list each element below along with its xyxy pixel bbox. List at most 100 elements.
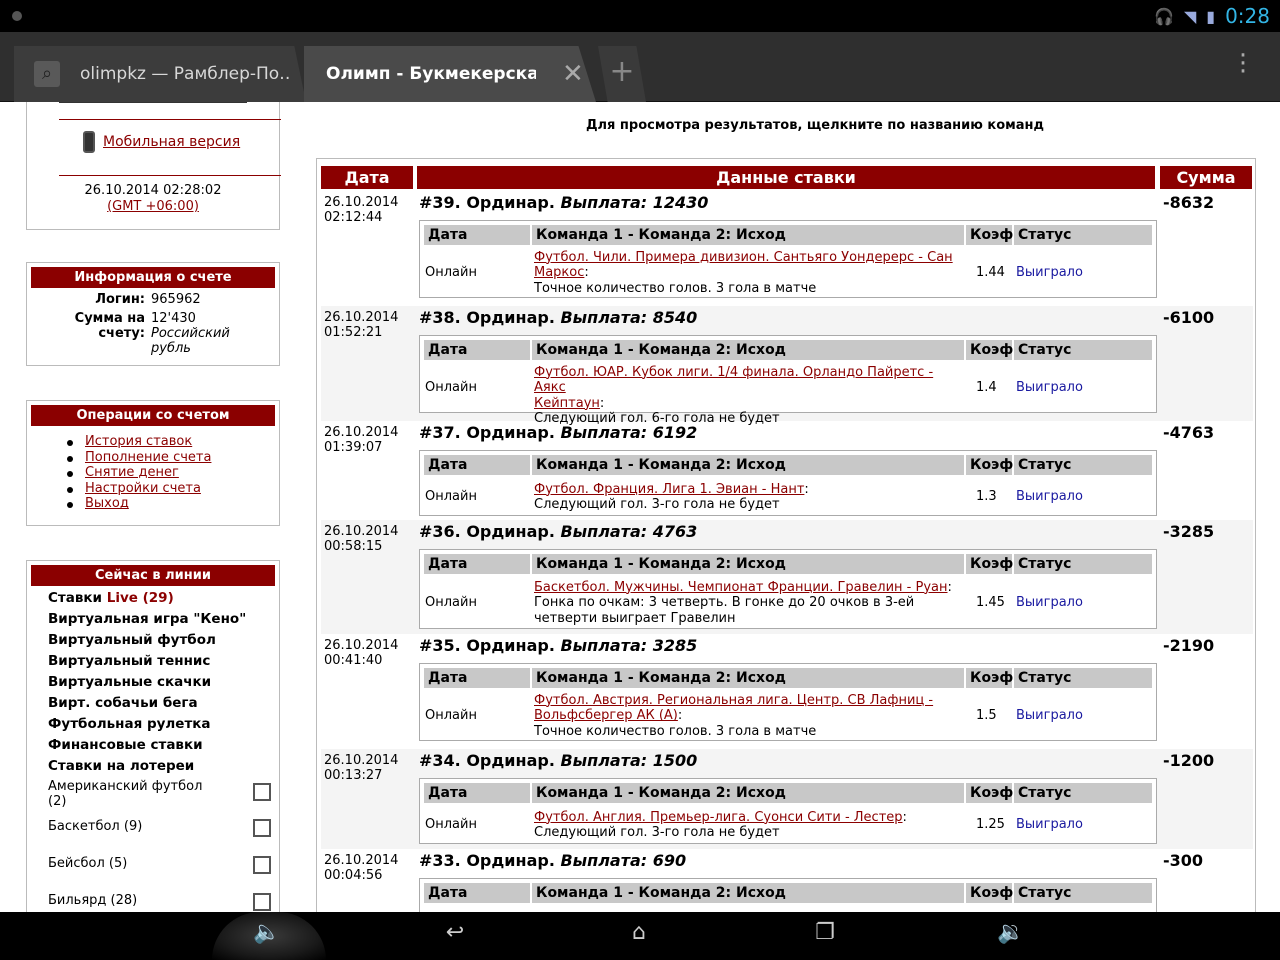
bet-sum: -6100 <box>1163 308 1215 327</box>
bet-title: #34. Ординар. Выплата: 1500 <box>419 751 698 770</box>
bet-row: 26.10.2014 00:41:40 #35. Ординар. Выплата:… <box>321 634 1253 749</box>
event-link[interactable]: Футбол. Франция. Лига 1. Эвиан - Нант <box>534 482 804 497</box>
new-tab-button[interactable]: + <box>598 46 646 102</box>
inner-header-coef: Коэф. <box>966 554 1019 574</box>
timezone-link[interactable]: (GMT +06:00) <box>107 199 199 214</box>
event-cell: Футбол. Англия. Премьер-лига. Суонси Сит… <box>534 809 907 841</box>
sport-row: Бильярд (28) <box>48 893 279 912</box>
inner-header-date: Дата <box>424 883 530 903</box>
bet-sum: -4763 <box>1163 423 1215 442</box>
bet-outcome: Следующий гол. 3-го гола не будет <box>534 825 780 840</box>
line-item[interactable]: Виртуальные скачки <box>48 672 279 693</box>
bet-details: Дата Команда 1 - Команда 2: Исход Коэф. Ста… <box>419 663 1157 741</box>
bet-history-link[interactable]: История ставок <box>85 434 192 449</box>
balance-value: 12'430 Российский рубль <box>151 311 230 356</box>
event-link[interactable]: Футбол. Англия. Премьер-лига. Суонси Сит… <box>534 810 903 825</box>
bet-coef: 1.25 <box>976 817 1005 832</box>
bet-outcome: Точное количество голов. 3 гола в матче <box>534 723 817 739</box>
bet-outcome: Гонка по очкам: 3 четверть. В гонке до 2… <box>534 595 915 611</box>
bet-status: Выиграло <box>1016 380 1083 395</box>
sport-label: Баскетбол (9) <box>48 819 143 834</box>
inner-header-date: Дата <box>424 668 530 688</box>
sport-label: Бильярд (28) <box>48 893 138 908</box>
sport-checkbox[interactable] <box>253 893 271 911</box>
bet-details: Дата Команда 1 - Команда 2: Исход Коэф. Ста… <box>419 778 1157 844</box>
sport-checkbox[interactable] <box>253 856 271 874</box>
bet-datetime: 26.10.2014 00:04:56 <box>324 853 399 883</box>
bet-title: #35. Ординар. Выплата: 3285 <box>419 636 698 655</box>
inner-header-status: Статус <box>1014 783 1152 803</box>
bet-datetime: 26.10.2014 01:39:07 <box>324 425 399 455</box>
login-value: 965962 <box>151 292 201 307</box>
bet-datetime: 26.10.2014 00:13:27 <box>324 753 399 783</box>
bet-row: 26.10.2014 01:39:07 #37. Ординар. Выплата:… <box>321 421 1253 520</box>
home-icon[interactable]: ⌂ <box>614 920 664 945</box>
bet-status: Выиграло <box>1016 817 1083 832</box>
volume-down-icon[interactable]: 🔈 <box>242 920 292 945</box>
mobile-version-link[interactable]: Мобильная версия <box>103 134 240 150</box>
inner-header-date: Дата <box>424 340 530 360</box>
notification-icon <box>12 11 22 21</box>
bet-status: Выиграло <box>1016 265 1083 280</box>
inner-header-coef: Коэф. <box>966 455 1019 475</box>
bet-kind: Онлайн <box>425 265 477 280</box>
back-icon[interactable]: ↩ <box>430 920 480 945</box>
live-bets-link[interactable]: Ставки Live (29) <box>48 588 279 609</box>
line-item[interactable]: Виртуальный теннис <box>48 651 279 672</box>
line-item[interactable]: Футбольная рулетка <box>48 714 279 735</box>
inner-header-status: Статус <box>1014 340 1152 360</box>
bet-details: Дата Команда 1 - Команда 2: Исход Коэф. Ста… <box>419 549 1157 629</box>
column-header-date: Дата <box>321 166 413 189</box>
column-header-sum: Сумма <box>1160 166 1252 189</box>
account-info-header: Информация о счете <box>31 267 275 288</box>
volume-up-icon[interactable]: 🔉 <box>986 920 1036 945</box>
column-header-data: Данные ставки <box>417 166 1155 189</box>
bet-row: 26.10.2014 00:13:27 #34. Ординар. Выплата:… <box>321 749 1253 849</box>
tab-rambler[interactable]: ⌕ olimpkz — Рамблер-По… <box>14 46 306 102</box>
bet-coef: 1.3 <box>976 489 997 504</box>
inner-header-status: Статус <box>1014 455 1152 475</box>
bet-title: #37. Ординар. Выплата: 6192 <box>419 423 698 442</box>
close-icon[interactable]: ✕ <box>562 59 584 89</box>
divider <box>59 119 281 120</box>
web-page: Мобильная версия 26.10.2014 02:28:02 (GM… <box>0 102 1280 912</box>
bet-details: Дата Команда 1 - Команда 2: Исход Коэф. Ста… <box>419 220 1157 298</box>
event-link[interactable]: Баскетбол. Мужчины. Чемпионат Франции. Г… <box>534 580 948 595</box>
bet-title: #33. Ординар. Выплата: 690 <box>419 851 687 870</box>
deposit-link[interactable]: Пополнение счета <box>85 450 211 465</box>
line-item[interactable]: Финансовые ставки <box>48 735 279 756</box>
tab-olimp[interactable]: Олимп - Букмекерская… ✕ <box>304 46 596 102</box>
sport-row: Бейсбол (5) <box>48 856 279 893</box>
bet-title: #39. Ординар. Выплата: 12430 <box>419 193 709 212</box>
event-link[interactable]: Футбол. Австрия. Региональная лига. Цент… <box>534 693 933 724</box>
inner-header-status: Статус <box>1014 883 1152 903</box>
line-item[interactable]: Вирт. собачьи бега <box>48 693 279 714</box>
event-link[interactable]: Футбол. Чили. Примера дивизион. Сантьяго… <box>534 250 953 281</box>
sport-checkbox[interactable] <box>253 819 271 837</box>
account-settings-link[interactable]: Настройки счета <box>85 481 201 496</box>
inner-header-coef: Коэф. <box>966 668 1019 688</box>
bet-sum: -3285 <box>1163 522 1215 541</box>
bet-outcome: Точное количество голов. 3 гола в матче <box>534 280 817 296</box>
bet-datetime: 26.10.2014 01:52:21 <box>324 310 399 340</box>
line-item[interactable]: Виртуальный футбол <box>48 630 279 651</box>
balance-label: Сумма на счету: <box>74 311 145 341</box>
logout-link[interactable]: Выход <box>85 496 129 511</box>
bet-datetime: 26.10.2014 00:41:40 <box>324 638 399 668</box>
withdraw-link[interactable]: Снятие денег <box>85 465 179 480</box>
inner-header-teams: Команда 1 - Команда 2: Исход <box>532 668 964 688</box>
recent-apps-icon[interactable]: ❐ <box>800 920 850 945</box>
bet-row: 26.10.2014 01:52:21 #38. Ординар. Выплата:… <box>321 306 1253 426</box>
inner-header-teams: Команда 1 - Команда 2: Исход <box>532 554 964 574</box>
line-item[interactable]: Ставки на лотереи <box>48 756 279 777</box>
inner-header-coef: Коэф. <box>966 340 1019 360</box>
account-operations-header: Операции со счетом <box>31 405 275 426</box>
sport-checkbox[interactable] <box>253 783 271 801</box>
divider <box>59 175 281 176</box>
bet-kind: Онлайн <box>425 817 477 832</box>
mobile-version-box: Мобильная версия 26.10.2014 02:28:02 (GM… <box>26 102 281 230</box>
bet-coef: 1.5 <box>976 708 997 723</box>
line-item[interactable]: Виртуальная игра "Кено" <box>48 609 279 630</box>
overflow-menu-icon[interactable]: · · · <box>1238 43 1248 85</box>
event-link[interactable]: Футбол. ЮАР. Кубок лиги. 1/4 финала. Орл… <box>534 365 933 411</box>
